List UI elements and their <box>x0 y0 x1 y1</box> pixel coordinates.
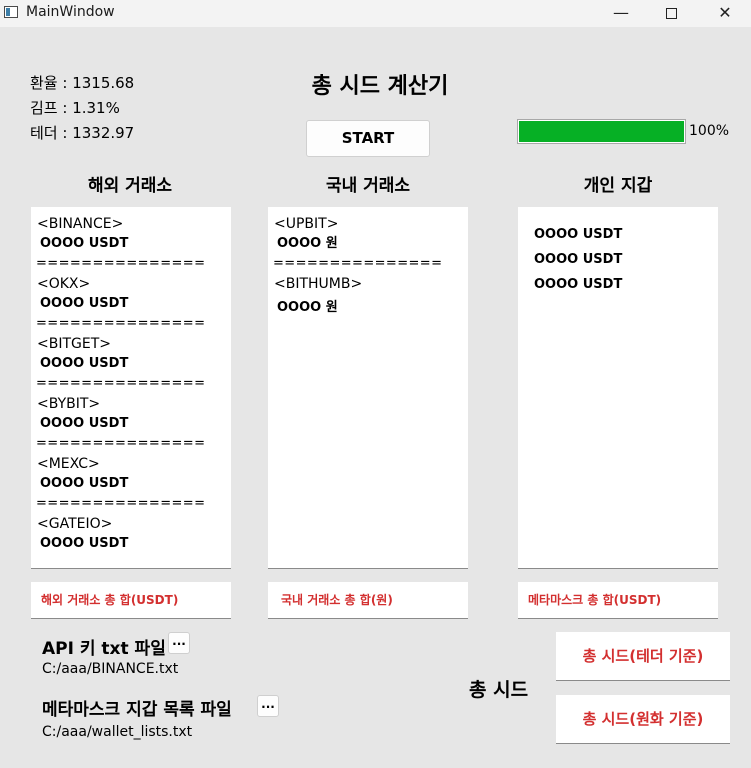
exchange-amount: OOOO USDT <box>40 356 129 371</box>
total-seed-usdt-field[interactable]: 총 시드(테더 기준) <box>556 632 730 681</box>
separator-line: =============== <box>273 256 443 271</box>
tether-price-label: 테더 : 1332.97 <box>30 124 135 142</box>
overseas-exchange-panel[interactable]: <BINANCE> OOOO USDT =============== <OKX… <box>31 207 231 569</box>
exchange-amount: OOOO 원 <box>277 300 338 315</box>
app-window-icon <box>4 6 18 18</box>
api-key-file-path: C:/aaa/BINANCE.txt <box>42 661 179 677</box>
title-bar: MainWindow — ✕ <box>0 0 751 27</box>
exchange-name: <GATEIO> <box>37 516 113 532</box>
domestic-exchange-heading: 국내 거래소 <box>325 176 411 196</box>
wallet-list-file-path: C:/aaa/wallet_lists.txt <box>42 724 193 740</box>
progress-percent-label: 100% <box>689 123 730 139</box>
separator-line: =============== <box>36 436 206 451</box>
exchange-name: <BITHUMB> <box>274 276 363 292</box>
wallet-amount: OOOO USDT <box>534 252 623 267</box>
exchange-name: <BITGET> <box>37 336 111 352</box>
start-button[interactable]: START <box>306 120 430 157</box>
api-key-browse-button[interactable]: ... <box>168 632 190 654</box>
wallet-list-file-label: 메타마스크 지갑 목록 파일 <box>42 700 232 720</box>
separator-line: =============== <box>36 496 206 511</box>
separator-line: =============== <box>36 376 206 391</box>
exchange-rate-label: 환율 : 1315.68 <box>30 74 135 92</box>
exchange-name: <BYBIT> <box>37 396 101 412</box>
personal-wallet-heading: 개인 지갑 <box>583 176 653 196</box>
overseas-exchange-heading: 해외 거래소 <box>87 176 173 196</box>
metamask-total-field[interactable]: 메타마스크 총 합(USDT) <box>518 582 718 619</box>
maximize-button[interactable] <box>646 0 696 27</box>
domestic-total-field[interactable]: 국내 거래소 총 합(원) <box>268 582 468 619</box>
wallet-amount: OOOO USDT <box>534 227 623 242</box>
exchange-name: <OKX> <box>37 276 91 292</box>
exchange-amount: OOOO USDT <box>40 536 129 551</box>
exchange-amount: OOOO USDT <box>40 296 129 311</box>
progress-bar <box>517 119 686 144</box>
wallet-amount: OOOO USDT <box>534 277 623 292</box>
window-title: MainWindow <box>26 4 115 20</box>
exchange-amount: OOOO USDT <box>40 476 129 491</box>
minimize-button[interactable]: — <box>596 0 646 27</box>
total-seed-label: 총 시드 <box>469 679 529 701</box>
kimchi-premium-label: 김프 : 1.31% <box>30 99 120 117</box>
rates-panel: 환율 : 1315.68 김프 : 1.31% 테더 : 1332.97 <box>30 71 134 146</box>
exchange-amount: OOOO USDT <box>40 236 129 251</box>
exchange-name: <UPBIT> <box>274 216 339 232</box>
exchange-amount: OOOO USDT <box>40 416 129 431</box>
overseas-total-field[interactable]: 해외 거래소 총 합(USDT) <box>31 582 231 619</box>
progress-bar-fill <box>519 121 684 142</box>
exchange-amount: OOOO 원 <box>277 236 338 251</box>
total-seed-krw-field[interactable]: 총 시드(원화 기준) <box>556 695 730 744</box>
exchange-name: <MEXC> <box>37 456 100 472</box>
close-button[interactable]: ✕ <box>700 0 750 27</box>
separator-line: =============== <box>36 256 206 271</box>
personal-wallet-panel[interactable]: OOOO USDT OOOO USDT OOOO USDT <box>518 207 718 569</box>
separator-line: =============== <box>36 316 206 331</box>
wallet-list-browse-button[interactable]: ... <box>257 695 279 717</box>
exchange-name: <BINANCE> <box>37 216 124 232</box>
main-content: 환율 : 1315.68 김프 : 1.31% 테더 : 1332.97 총 시… <box>0 27 751 768</box>
api-key-file-label: API 키 txt 파일 <box>42 639 166 659</box>
domestic-exchange-panel[interactable]: <UPBIT> OOOO 원 =============== <BITHUMB>… <box>268 207 468 569</box>
page-title: 총 시드 계산기 <box>311 74 449 99</box>
maximize-icon <box>665 8 677 19</box>
